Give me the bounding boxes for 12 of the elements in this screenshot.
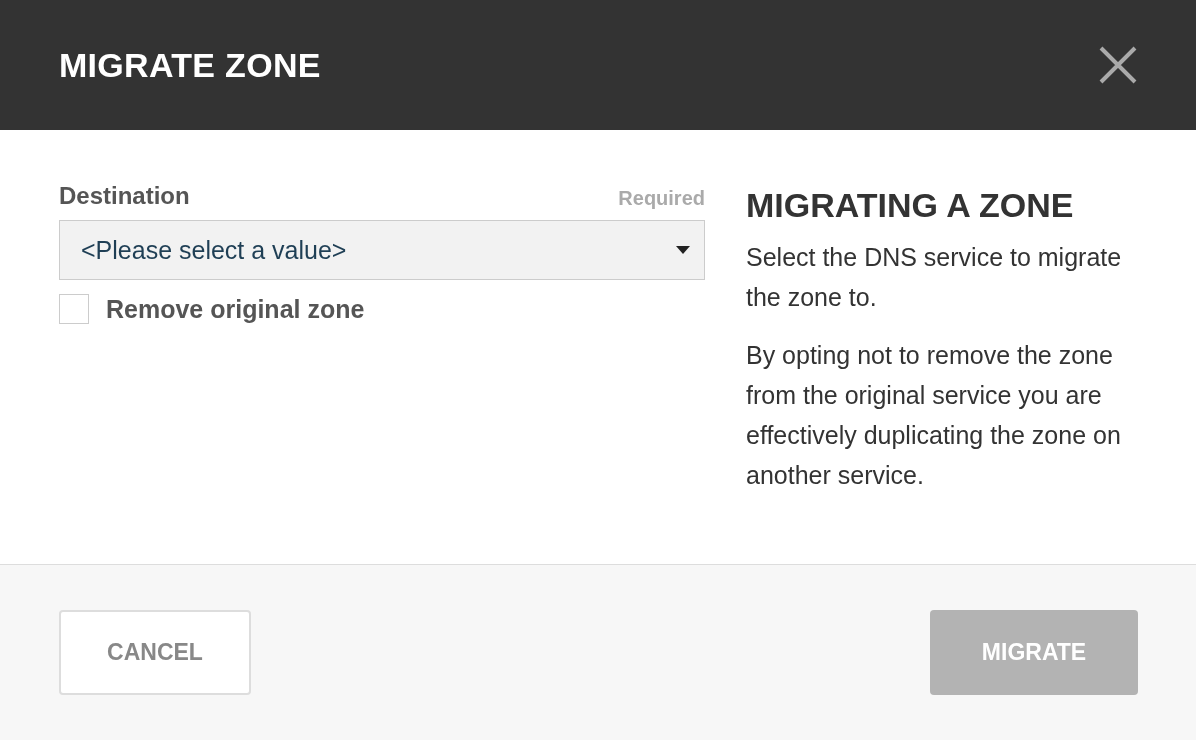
dialog-title: MIGRATE ZONE xyxy=(59,45,321,85)
help-text: By opting not to remove the zone from the original service you are effectively duplicating the zone on another service. xyxy=(746,340,1122,491)
checkbox[interactable] xyxy=(59,294,89,324)
required-note: Required xyxy=(618,187,705,210)
caret-icon xyxy=(676,246,690,254)
field-label: Destination xyxy=(59,182,190,210)
help-text: Select the DNS service to migrate the zone to. xyxy=(746,242,1123,313)
checkbox-label: Remove original zone xyxy=(106,294,365,324)
cancel-button[interactable]: CANCEL xyxy=(59,610,251,695)
destination-select[interactable]: <Please select a value> xyxy=(59,220,705,280)
close-icon[interactable] xyxy=(1098,45,1138,85)
help-heading: MIGRATING A ZONE xyxy=(746,186,1075,225)
